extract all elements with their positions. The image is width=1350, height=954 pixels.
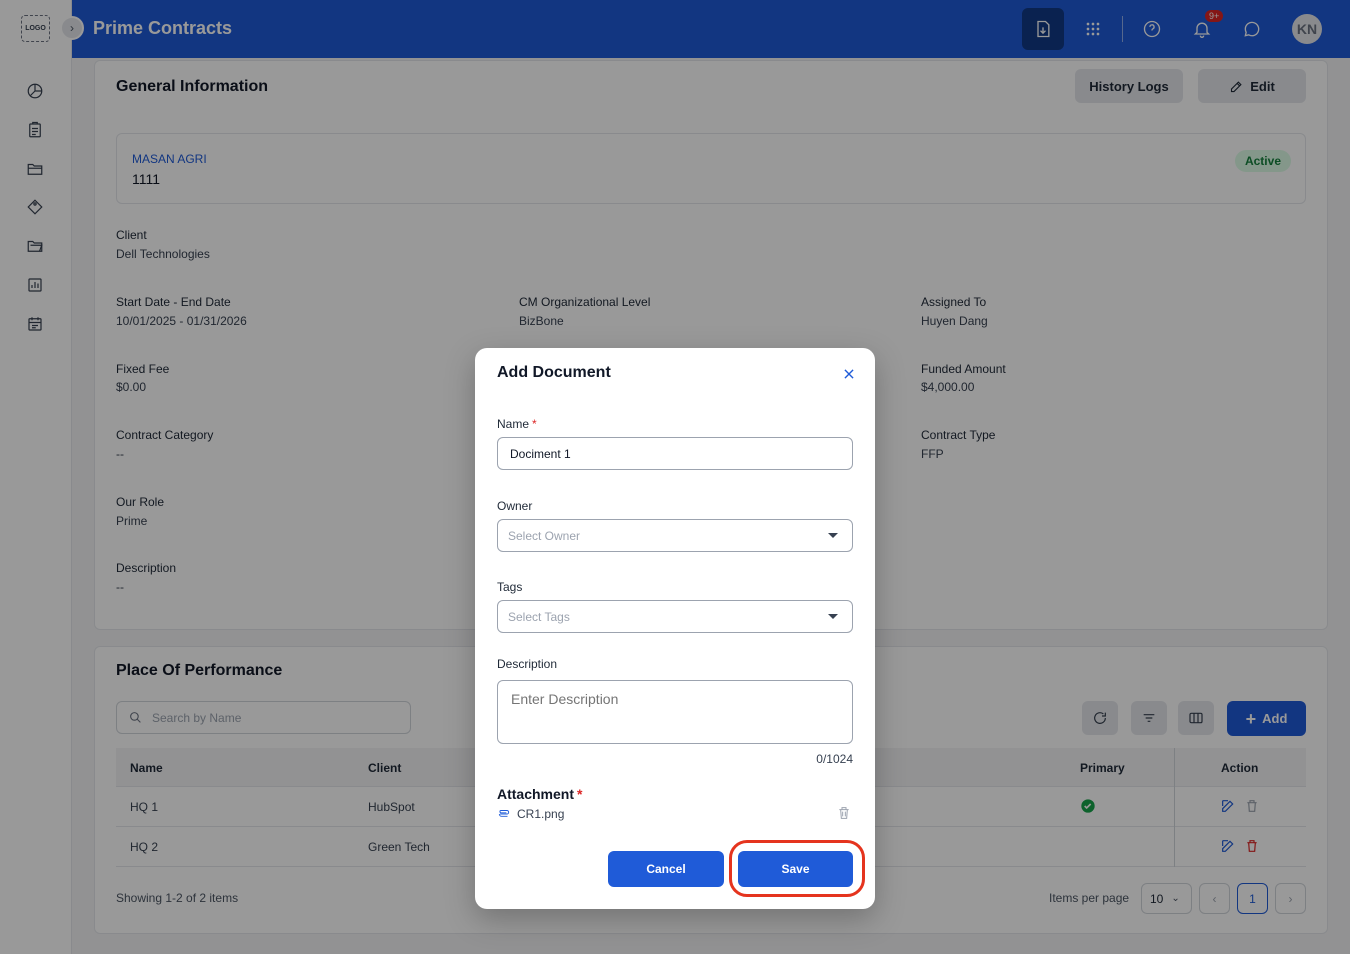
owner-select[interactable]: Select Owner [497, 519, 853, 552]
required-mark: * [532, 417, 537, 431]
caret-down-icon [828, 533, 838, 538]
description-field-label: Description [497, 657, 558, 671]
tags-label: Tags [497, 580, 523, 594]
attachment-filename: CR1.png [517, 807, 565, 821]
caret-down-icon [828, 614, 838, 619]
paperclip-icon [498, 810, 510, 817]
close-button[interactable] [840, 365, 858, 383]
required-mark: * [577, 786, 583, 802]
close-icon [844, 369, 854, 379]
description-textarea[interactable] [497, 680, 853, 744]
name-field[interactable] [497, 437, 853, 470]
attachment-file[interactable]: CR1.png [497, 807, 564, 821]
attachment-label-text: Attachment [497, 786, 575, 802]
owner-label: Owner [497, 499, 533, 513]
modal-title: Add Document [497, 364, 611, 381]
attachment-label: Attachment * [497, 786, 582, 802]
tags-select[interactable]: Select Tags [497, 600, 853, 633]
name-label-text: Name [497, 417, 530, 431]
add-document-modal: Add Document Name* Owner Select Owner Ta… [475, 348, 875, 909]
name-label: Name * [497, 417, 537, 431]
cancel-button[interactable]: Cancel [608, 851, 724, 887]
delete-attachment-icon[interactable] [836, 804, 852, 822]
tags-placeholder: Select Tags [508, 609, 570, 624]
save-highlight-annotation [729, 840, 865, 897]
owner-placeholder: Select Owner [508, 528, 581, 543]
char-count: 0/1024 [816, 752, 853, 766]
